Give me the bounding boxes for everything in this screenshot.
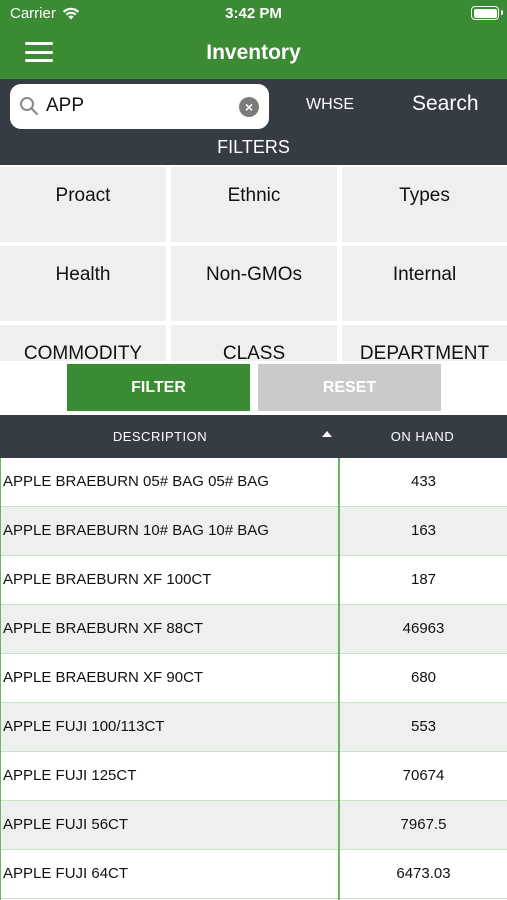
row-on-hand: 553 [410, 718, 437, 735]
filter-commodity[interactable]: COMMODITY [0, 325, 166, 361]
filter-button[interactable]: FILTER [67, 364, 250, 411]
table-row[interactable]: APPLE BRAEBURN 05# BAG 05# BAG 433 [1, 458, 507, 507]
filter-health[interactable]: Health [0, 246, 166, 321]
row-description: APPLE BRAEBURN 10# BAG 10# BAG [3, 522, 269, 539]
table-row[interactable]: APPLE FUJI 100/113CT 553 [1, 703, 507, 752]
table-row[interactable]: APPLE BRAEBURN XF 90CT 680 [1, 654, 507, 703]
table-header: DESCRIPTION ON HAND [0, 415, 507, 458]
status-bar: Carrier 3:42 PM [0, 0, 507, 28]
search-button[interactable]: Search [412, 92, 479, 116]
row-on-hand: 433 [410, 473, 437, 490]
column-header-on-hand[interactable]: ON HAND [338, 429, 507, 444]
table-row[interactable]: APPLE FUJI 56CT 7967.5 [1, 801, 507, 850]
clear-search-icon[interactable]: × [239, 97, 259, 117]
row-description: APPLE FUJI 125CT [3, 767, 137, 784]
sort-ascending-icon[interactable] [322, 431, 332, 437]
clock: 3:42 PM [225, 5, 282, 22]
reset-button[interactable]: RESET [258, 364, 441, 411]
row-on-hand: 680 [410, 669, 437, 686]
row-description: APPLE BRAEBURN XF 88CT [3, 620, 204, 637]
row-description: APPLE BRAEBURN 05# BAG 05# BAG [3, 473, 269, 490]
search-box: × [10, 84, 269, 129]
column-divider [338, 458, 340, 900]
row-description: APPLE FUJI 64CT [3, 865, 129, 882]
row-on-hand: 6473.03 [396, 865, 451, 882]
filters-heading: FILTERS [217, 137, 290, 157]
search-icon [20, 97, 39, 116]
filter-actions: FILTER RESET [0, 361, 507, 415]
whse-button[interactable]: WHSE [306, 96, 354, 114]
search-input[interactable] [46, 92, 236, 120]
filter-class[interactable]: CLASS [171, 325, 337, 361]
row-description: APPLE FUJI 100/113CT [3, 718, 165, 735]
filter-proact[interactable]: Proact [0, 167, 166, 242]
filter-grid: Proact Ethnic Types Health Non-GMOs Inte… [0, 165, 507, 361]
search-bar: × WHSE Search FILTERS [0, 79, 507, 165]
table-row[interactable]: APPLE BRAEBURN XF 88CT 46963 [1, 605, 507, 654]
row-description: APPLE BRAEBURN XF 90CT [3, 669, 204, 686]
column-header-description[interactable]: DESCRIPTION [0, 429, 320, 444]
filter-non-gmos[interactable]: Non-GMOs [171, 246, 337, 321]
row-on-hand: 7967.5 [400, 816, 447, 833]
filter-ethnic[interactable]: Ethnic [171, 167, 337, 242]
row-description: APPLE FUJI 56CT [3, 816, 129, 833]
filter-types[interactable]: Types [342, 167, 507, 242]
filter-department[interactable]: DEPARTMENT [342, 325, 507, 361]
row-on-hand: 46963 [402, 620, 445, 637]
table-row[interactable]: APPLE BRAEBURN XF 100CT 187 [1, 556, 507, 605]
table-row[interactable]: APPLE FUJI 125CT 70674 [1, 752, 507, 801]
row-description: APPLE BRAEBURN XF 100CT [3, 571, 212, 588]
table-row[interactable]: APPLE FUJI 64CT 6473.03 [1, 850, 507, 899]
filter-internal[interactable]: Internal [342, 246, 507, 321]
battery-icon [471, 6, 503, 20]
page-title: Inventory [206, 41, 301, 64]
table-row[interactable]: APPLE BRAEBURN 10# BAG 10# BAG 163 [1, 507, 507, 556]
row-on-hand: 187 [410, 571, 437, 588]
inventory-table: APPLE BRAEBURN 05# BAG 05# BAG 433 APPLE… [0, 458, 507, 900]
app-header: Carrier 3:42 PM Inventory [0, 0, 507, 79]
row-on-hand: 70674 [402, 767, 445, 784]
row-on-hand: 163 [410, 522, 437, 539]
